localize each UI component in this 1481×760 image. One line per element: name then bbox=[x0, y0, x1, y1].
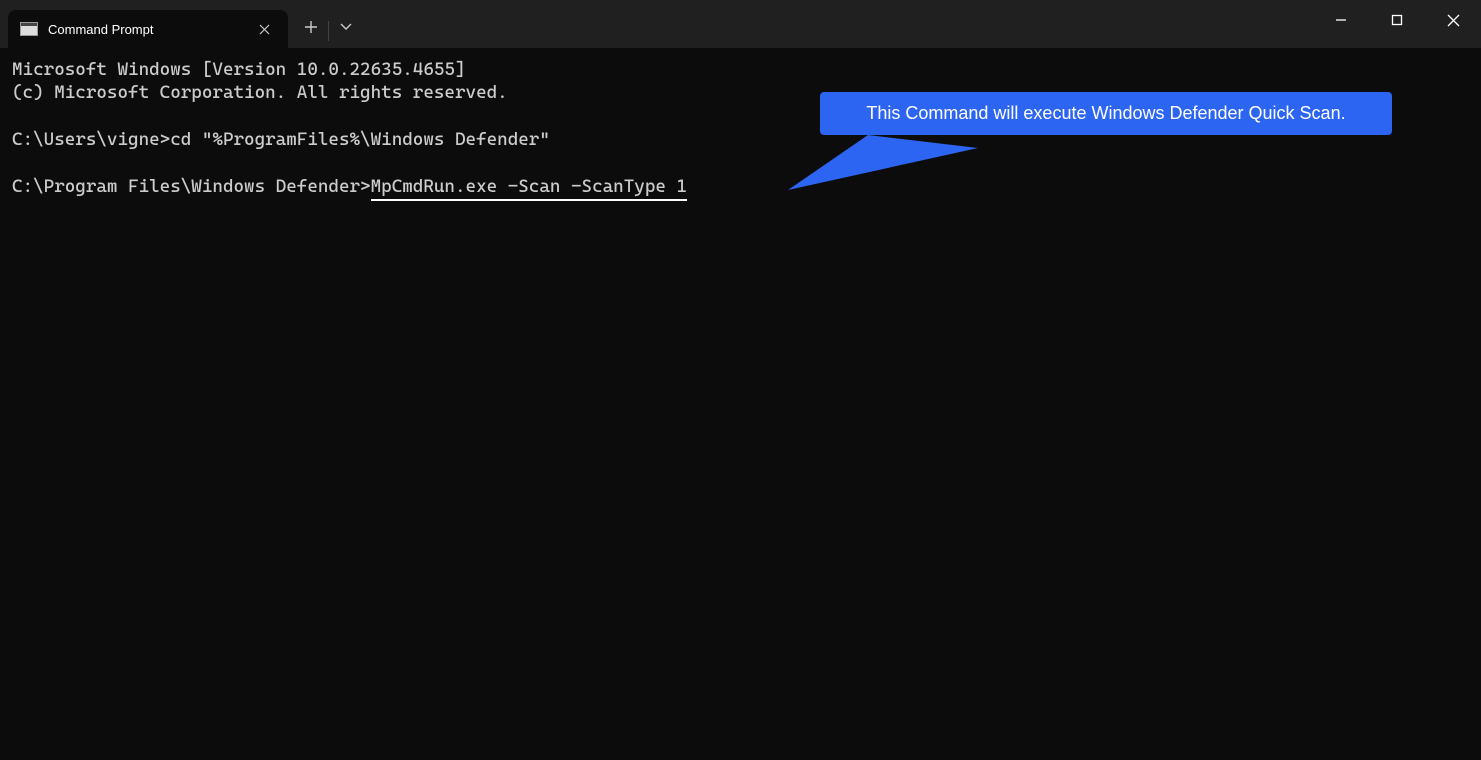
command-prompt-icon bbox=[20, 22, 38, 36]
copyright-line: (c) Microsoft Corporation. All rights re… bbox=[12, 82, 508, 103]
active-tab[interactable]: Command Prompt bbox=[8, 10, 288, 48]
tab-dropdown-button[interactable] bbox=[329, 10, 363, 44]
close-tab-button[interactable] bbox=[254, 19, 274, 39]
new-tab-button[interactable] bbox=[294, 10, 328, 44]
close-window-button[interactable] bbox=[1425, 0, 1481, 40]
minimize-button[interactable] bbox=[1313, 0, 1369, 40]
callout-arrow bbox=[788, 130, 1038, 200]
annotation-callout: This Command will execute Windows Defend… bbox=[820, 92, 1392, 135]
version-line: Microsoft Windows [Version 10.0.22635.46… bbox=[12, 59, 466, 80]
command-1: cd "%ProgramFiles%\Windows Defender" bbox=[170, 129, 550, 150]
prompt-2: C:\Program Files\Windows Defender> bbox=[12, 176, 371, 197]
tab-title: Command Prompt bbox=[48, 22, 244, 37]
window-controls bbox=[1313, 0, 1481, 40]
maximize-button[interactable] bbox=[1369, 0, 1425, 40]
titlebar: Command Prompt bbox=[0, 0, 1481, 48]
callout-text: This Command will execute Windows Defend… bbox=[866, 103, 1345, 124]
command-2: MpCmdRun.exe -Scan -ScanType 1 bbox=[371, 176, 687, 201]
prompt-1: C:\Users\vigne> bbox=[12, 129, 170, 150]
